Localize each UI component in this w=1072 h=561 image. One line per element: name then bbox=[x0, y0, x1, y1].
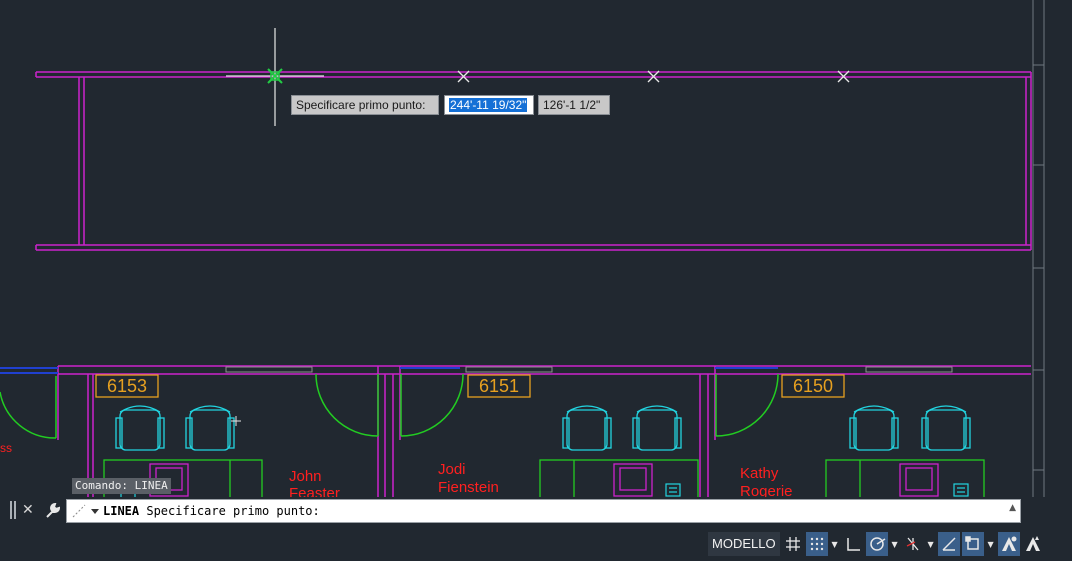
customize-wrench-icon[interactable] bbox=[44, 501, 62, 519]
command-line-bar: ✕ LINEA Specificare primo punto: ▲ bbox=[0, 497, 1072, 525]
command-prompt: Specificare primo punto: bbox=[146, 504, 320, 518]
phones bbox=[120, 483, 969, 499]
active-command-name: LINEA bbox=[103, 504, 140, 518]
grid-icon[interactable] bbox=[782, 532, 804, 556]
chairs bbox=[115, 405, 971, 451]
occupant-first-name: Jodi bbox=[438, 461, 466, 478]
x-coordinate-value: 244'-11 19/32" bbox=[449, 98, 528, 112]
room-number: 6150 bbox=[793, 376, 833, 396]
selection-dropdown-icon[interactable]: ▼ bbox=[986, 532, 996, 556]
close-icon[interactable]: ✕ bbox=[22, 501, 34, 519]
dynamic-input-y-field[interactable]: 126'-1 1/2" bbox=[538, 95, 610, 115]
occupant-first-name: Kathy bbox=[740, 465, 779, 482]
isodraft-icon[interactable] bbox=[902, 532, 924, 556]
polar-dropdown-icon[interactable]: ▼ bbox=[890, 532, 900, 556]
partial-label: ss bbox=[0, 441, 12, 455]
room-tag-6151: 6151 bbox=[467, 374, 531, 398]
snap-dropdown-icon[interactable]: ▼ bbox=[830, 532, 840, 556]
drawing-canvas[interactable]: 6153 6151 6150 John Feaster Jodi Fienste… bbox=[0, 0, 1072, 561]
ortho-icon[interactable] bbox=[842, 532, 864, 556]
lower-wall bbox=[57, 365, 1031, 497]
annotation-icon[interactable] bbox=[997, 532, 1020, 556]
occupant-last-name: Fienstein bbox=[438, 479, 499, 496]
dynamic-input-prompt: Specificare primo punto: bbox=[291, 95, 439, 115]
window-frames bbox=[225, 366, 953, 373]
dynamic-input-x-field[interactable]: 244'-11 19/32" bbox=[444, 95, 534, 115]
snap-icon[interactable] bbox=[805, 532, 828, 556]
room-number: 6153 bbox=[107, 376, 147, 396]
viewport-edge bbox=[1032, 0, 1045, 497]
room-tag-6153: 6153 bbox=[95, 374, 159, 398]
desks bbox=[103, 459, 985, 501]
computer-monitors bbox=[149, 463, 939, 497]
model-space-button[interactable]: MODELLO bbox=[708, 532, 780, 556]
status-bar-tools: MODELLO ▼ ▼ ▼ ▼ bbox=[708, 530, 1044, 558]
status-bar: MODELLO ▼ ▼ ▼ ▼ bbox=[0, 527, 1072, 561]
room-number: 6151 bbox=[479, 376, 519, 396]
osnap-tracking-icon[interactable] bbox=[937, 532, 960, 556]
blue-wall-segments bbox=[0, 367, 778, 374]
isodraft-dropdown-icon[interactable]: ▼ bbox=[926, 532, 936, 556]
command-history: Comando: LINEA bbox=[72, 478, 171, 494]
occupant-first-name: John bbox=[289, 468, 322, 485]
selection-cycling-icon[interactable] bbox=[961, 532, 984, 556]
command-prompt-text: LINEA Specificare primo punto: bbox=[103, 503, 320, 519]
command-history-toggle[interactable]: ▲ bbox=[1009, 503, 1016, 513]
drag-grip-icon[interactable] bbox=[10, 501, 16, 519]
autoscale-icon[interactable] bbox=[1022, 532, 1044, 556]
command-input[interactable]: LINEA Specificare primo punto: ▲ bbox=[66, 499, 1021, 523]
polar-icon[interactable] bbox=[865, 532, 888, 556]
recent-commands-icon[interactable] bbox=[71, 503, 101, 519]
room-tag-6150: 6150 bbox=[781, 374, 845, 398]
